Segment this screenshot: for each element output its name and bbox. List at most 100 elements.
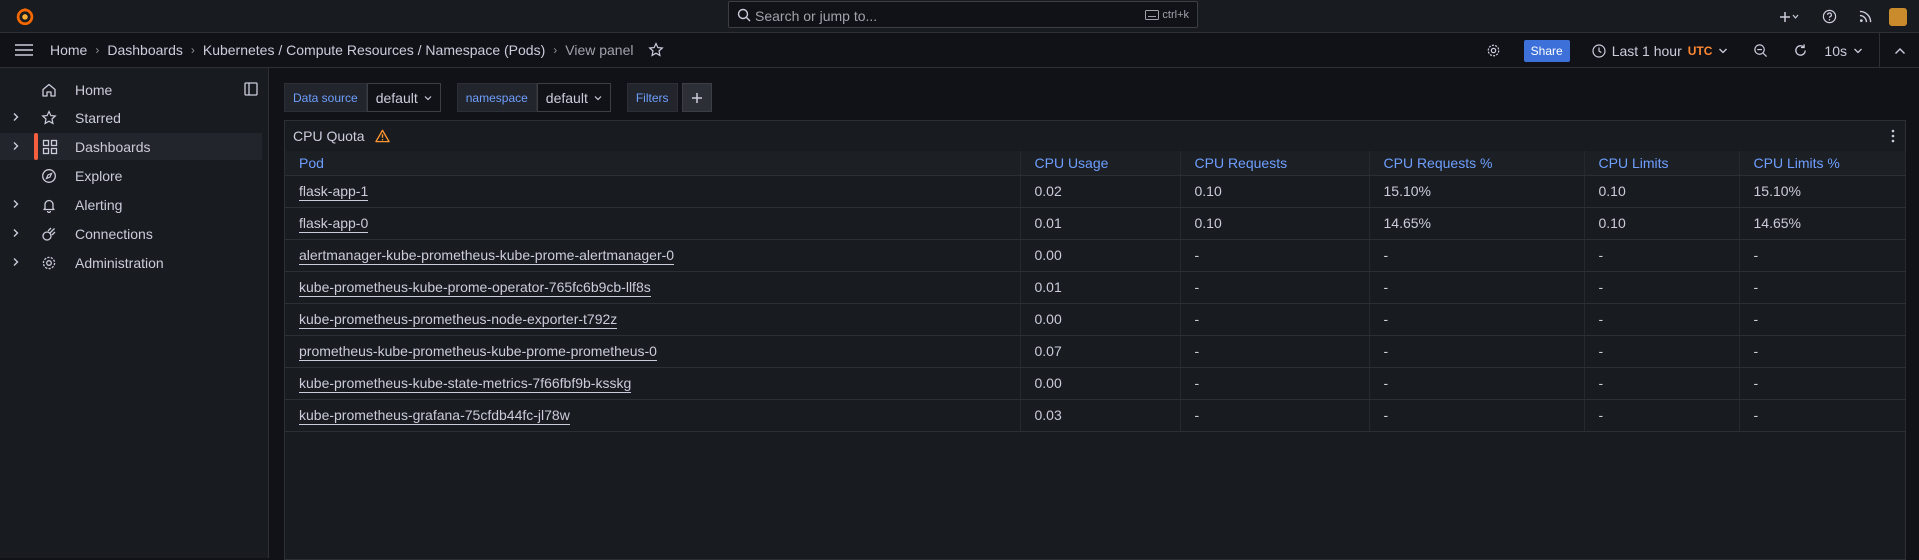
datasource-select[interactable]: default <box>366 83 441 112</box>
column-header-pod[interactable]: Pod <box>285 151 1021 176</box>
sidebar: Home Starred Dashboards Explore Alerting… <box>0 68 269 558</box>
chevron-down-icon <box>424 95 432 100</box>
table-cell: 0.10 <box>1180 175 1370 208</box>
table-cell: - <box>1369 239 1585 272</box>
sidebar-item-starred[interactable]: Starred <box>0 104 262 131</box>
star-icon <box>41 110 57 125</box>
table-cell: 14.65% <box>1369 207 1585 240</box>
chevron-right-icon[interactable] <box>12 199 20 209</box>
pod-link[interactable]: flask-app-1 <box>299 183 369 201</box>
plug-icon <box>42 227 56 241</box>
help-icon <box>1822 9 1836 24</box>
column-header-cpu-limits-pct[interactable]: CPU Limits % <box>1739 151 1906 176</box>
compass-icon <box>42 169 56 183</box>
warning-icon[interactable] <box>374 129 390 143</box>
sidebar-item-connections[interactable]: Connections <box>0 220 262 247</box>
time-range-picker[interactable]: Last 1 hour UTC <box>1592 43 1729 59</box>
breadcrumb-dashboards[interactable]: Dashboards <box>107 42 183 58</box>
keyboard-icon <box>1145 10 1160 20</box>
table-cell: - <box>1739 239 1906 272</box>
zoom-out-button[interactable] <box>1740 43 1780 58</box>
column-header-cpu-requests[interactable]: CPU Requests <box>1180 151 1370 176</box>
chevron-right-icon[interactable] <box>12 257 20 267</box>
namespace-variable-label: namespace <box>456 83 537 112</box>
column-header-cpu-usage[interactable]: CPU Usage <box>1020 151 1181 176</box>
table-cell: 15.10% <box>1369 175 1585 208</box>
table-row: alertmanager-kube-prometheus-kube-prome-… <box>285 239 1906 272</box>
grafana-logo-icon[interactable] <box>14 5 36 27</box>
chevron-right-icon[interactable] <box>12 228 20 238</box>
datasource-variable-label: Data source <box>284 83 367 112</box>
star-icon[interactable] <box>647 42 664 58</box>
sidebar-item-explore[interactable]: Explore <box>0 162 262 189</box>
pod-link[interactable]: prometheus-kube-prometheus-kube-prome-pr… <box>299 343 657 361</box>
chevron-down-icon <box>1854 48 1862 53</box>
sidebar-item-alerting[interactable]: Alerting <box>0 191 262 218</box>
variables-bar: Data source default namespace default Fi… <box>284 83 712 112</box>
table-cell: - <box>1584 239 1740 272</box>
pod-link[interactable]: kube-prometheus-kube-state-metrics-7f66f… <box>299 375 632 393</box>
table-cell: - <box>1180 367 1370 400</box>
datasource-value: default <box>375 89 418 106</box>
column-header-cpu-requests-pct[interactable]: CPU Requests % <box>1369 151 1585 176</box>
table-row: kube-prometheus-grafana-75cfdb44fc-jl78w… <box>285 399 1906 432</box>
breadcrumb-dashboard[interactable]: Kubernetes / Compute Resources / Namespa… <box>203 42 545 58</box>
table-cell: - <box>1369 335 1585 368</box>
pod-link[interactable]: kube-prometheus-grafana-75cfdb44fc-jl78w <box>299 407 570 425</box>
table-cell: 0.01 <box>1020 207 1181 240</box>
pod-link[interactable]: kube-prometheus-kube-prome-operator-765f… <box>299 279 651 297</box>
top-bar: Search or jump to... ctrl+k <box>0 0 1919 33</box>
new-dropdown-button[interactable] <box>1767 0 1811 33</box>
active-indicator <box>34 133 38 160</box>
table-cell: - <box>1584 367 1740 400</box>
breadcrumb-home[interactable]: Home <box>50 42 87 58</box>
home-icon <box>42 83 56 97</box>
table-cell: 15.10% <box>1739 175 1906 208</box>
add-filter-button[interactable] <box>681 83 712 112</box>
menu-icon[interactable] <box>14 42 34 58</box>
table-cell: - <box>1180 303 1370 336</box>
table-cell: - <box>1739 271 1906 304</box>
table-cell: 0.00 <box>1020 239 1181 272</box>
table-cell: 0.02 <box>1020 175 1181 208</box>
collapse-button[interactable] <box>1879 33 1919 68</box>
help-button[interactable] <box>1811 0 1847 33</box>
table-cell: - <box>1739 303 1906 336</box>
table-row: flask-app-0 0.01 0.10 14.65% 0.10 14.65% <box>285 207 1906 240</box>
plus-icon <box>1780 11 1799 22</box>
pod-link[interactable]: kube-prometheus-prometheus-node-exporter… <box>299 311 618 329</box>
namespace-select[interactable]: default <box>536 83 611 112</box>
time-range-label: Last 1 hour <box>1611 42 1682 59</box>
share-button[interactable]: Share <box>1523 39 1570 62</box>
chevron-up-icon <box>1894 47 1905 54</box>
settings-button[interactable] <box>1474 43 1514 58</box>
table-cell: - <box>1584 271 1740 304</box>
chevron-right-icon: › <box>553 43 558 57</box>
table-row: prometheus-kube-prometheus-kube-prome-pr… <box>285 335 1906 368</box>
news-button[interactable] <box>1847 0 1883 33</box>
column-header-cpu-limits[interactable]: CPU Limits <box>1584 151 1740 176</box>
table-row: flask-app-1 0.02 0.10 15.10% 0.10 15.10% <box>285 175 1906 208</box>
chevron-right-icon[interactable] <box>12 112 20 122</box>
pod-link[interactable]: flask-app-0 <box>299 215 369 233</box>
search-input[interactable]: Search or jump to... ctrl+k <box>728 1 1198 28</box>
table-cell: - <box>1180 399 1370 432</box>
breadcrumb-current: View panel <box>565 42 634 58</box>
user-avatar[interactable] <box>1889 7 1907 26</box>
sidebar-item-administration[interactable]: Administration <box>0 249 262 276</box>
sidebar-item-home[interactable]: Home <box>0 76 262 103</box>
refresh-interval-picker[interactable]: 10s <box>1824 43 1863 59</box>
pod-link[interactable]: alertmanager-kube-prometheus-kube-prome-… <box>299 247 675 265</box>
pod-cell: flask-app-1 <box>285 175 1021 208</box>
table-cell: - <box>1584 303 1740 336</box>
panel-menu-button[interactable] <box>1881 121 1905 151</box>
chevron-right-icon[interactable] <box>12 141 20 151</box>
sidebar-item-label: Explore <box>75 168 123 184</box>
search-icon <box>737 8 751 22</box>
filters-button[interactable]: Filters <box>626 83 678 112</box>
sidebar-item-dashboards[interactable]: Dashboards <box>0 133 262 160</box>
search-shortcut: ctrl+k <box>1145 9 1189 21</box>
refresh-button[interactable] <box>1780 43 1820 58</box>
table-cell: - <box>1369 303 1585 336</box>
breadcrumb-bar: Home › Dashboards › Kubernetes / Compute… <box>0 33 1919 68</box>
